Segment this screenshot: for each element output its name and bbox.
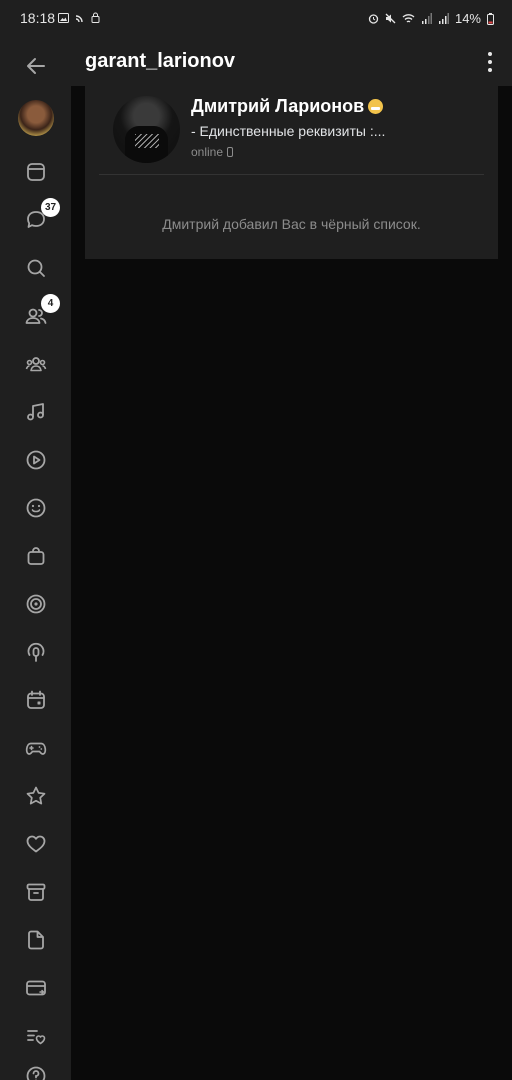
battery-percent: 14%	[454, 11, 481, 26]
sidebar-item-games[interactable]	[22, 734, 50, 762]
lock-icon	[91, 12, 100, 23]
online-status: online	[191, 145, 234, 159]
more-vertical-icon	[488, 68, 492, 72]
shopping-bag-icon	[27, 547, 45, 565]
sidebar-item-liked[interactable]	[22, 830, 50, 858]
sidebar-item-communities[interactable]	[22, 350, 50, 378]
blocked-message: Дмитрий добавил Вас в чёрный список.	[162, 216, 421, 232]
messages-badge: 37	[41, 198, 60, 217]
sidebar-item-events[interactable]	[22, 686, 50, 714]
profile-card: Дмитрий Ларионов - Единственные реквизит…	[85, 86, 498, 259]
app-root: 18:18 14% 37 4 garant_larionov Дмитрий Л…	[0, 0, 512, 1080]
status-right-icons: 14%	[368, 11, 494, 26]
star-icon	[26, 786, 46, 805]
sidebar-item-video[interactable]	[22, 446, 50, 474]
search-icon	[27, 259, 45, 277]
top-bar: garant_larionov	[71, 38, 512, 86]
emoji-icon	[26, 498, 46, 518]
sidebar-item-bookmarks[interactable]	[22, 782, 50, 810]
podcast-icon	[27, 642, 45, 662]
sidebar: 37 4	[0, 38, 71, 1080]
sidebar-item-messages[interactable]: 37	[22, 198, 60, 234]
more-vertical-icon	[488, 60, 492, 64]
gamepad-icon	[25, 742, 47, 755]
mobile-icon	[227, 147, 234, 157]
sidebar-item-news[interactable]	[22, 158, 50, 186]
back-button[interactable]	[22, 52, 50, 80]
divider	[99, 174, 484, 175]
friends-badge: 4	[41, 294, 60, 313]
page-title: garant_larionov	[85, 50, 236, 72]
wifi-icon	[402, 14, 415, 23]
communities-icon	[25, 357, 47, 372]
sidebar-item-archive[interactable]	[22, 878, 50, 906]
status-left-icons	[58, 12, 100, 23]
signal-icon	[438, 13, 449, 24]
heart-icon	[26, 835, 46, 853]
wishlist-icon	[27, 1030, 46, 1045]
target-icon	[26, 594, 46, 614]
sidebar-item-wishlist[interactable]	[22, 1022, 50, 1050]
sidebar-item-music[interactable]	[22, 398, 50, 426]
signal-icon	[421, 13, 432, 24]
profile-avatar[interactable]	[113, 96, 180, 163]
sidebar-item-market[interactable]	[22, 542, 50, 570]
video-icon	[26, 450, 46, 470]
profile-name: Дмитрий Ларионов	[191, 96, 365, 116]
archive-icon	[26, 883, 46, 901]
emoji-status-icon	[368, 99, 384, 114]
news-icon	[27, 163, 45, 181]
more-options-button[interactable]	[486, 52, 494, 72]
image-icon	[58, 12, 69, 23]
card-icon	[26, 980, 46, 996]
document-icon	[28, 930, 44, 950]
calendar-icon	[27, 690, 45, 709]
sidebar-item-search[interactable]	[22, 254, 50, 282]
sidebar-item-friends[interactable]: 4	[22, 294, 60, 330]
status-bar: 18:18 14%	[0, 0, 512, 38]
profile-status: - Единственные реквизиты :...	[191, 123, 386, 139]
profile-name-row[interactable]: Дмитрий Ларионов	[191, 96, 384, 117]
music-icon	[27, 403, 44, 421]
avatar[interactable]	[18, 100, 54, 136]
sidebar-item-stickers[interactable]	[22, 494, 50, 522]
alarm-icon	[368, 14, 379, 24]
help-icon	[26, 1066, 46, 1080]
battery-icon	[487, 12, 494, 25]
back-arrow-icon	[27, 58, 45, 74]
sidebar-item-documents[interactable]	[22, 926, 50, 954]
mute-icon	[385, 13, 396, 24]
more-vertical-icon	[488, 52, 492, 56]
sidebar-item-help[interactable]	[22, 1062, 50, 1080]
sidebar-item-goals[interactable]	[22, 590, 50, 618]
sidebar-item-payments[interactable]	[22, 974, 50, 1002]
status-time: 18:18	[20, 10, 56, 26]
online-label: online	[191, 145, 224, 159]
cast-icon	[75, 14, 83, 22]
sidebar-item-podcasts[interactable]	[22, 638, 50, 666]
avatar-print	[135, 134, 159, 148]
